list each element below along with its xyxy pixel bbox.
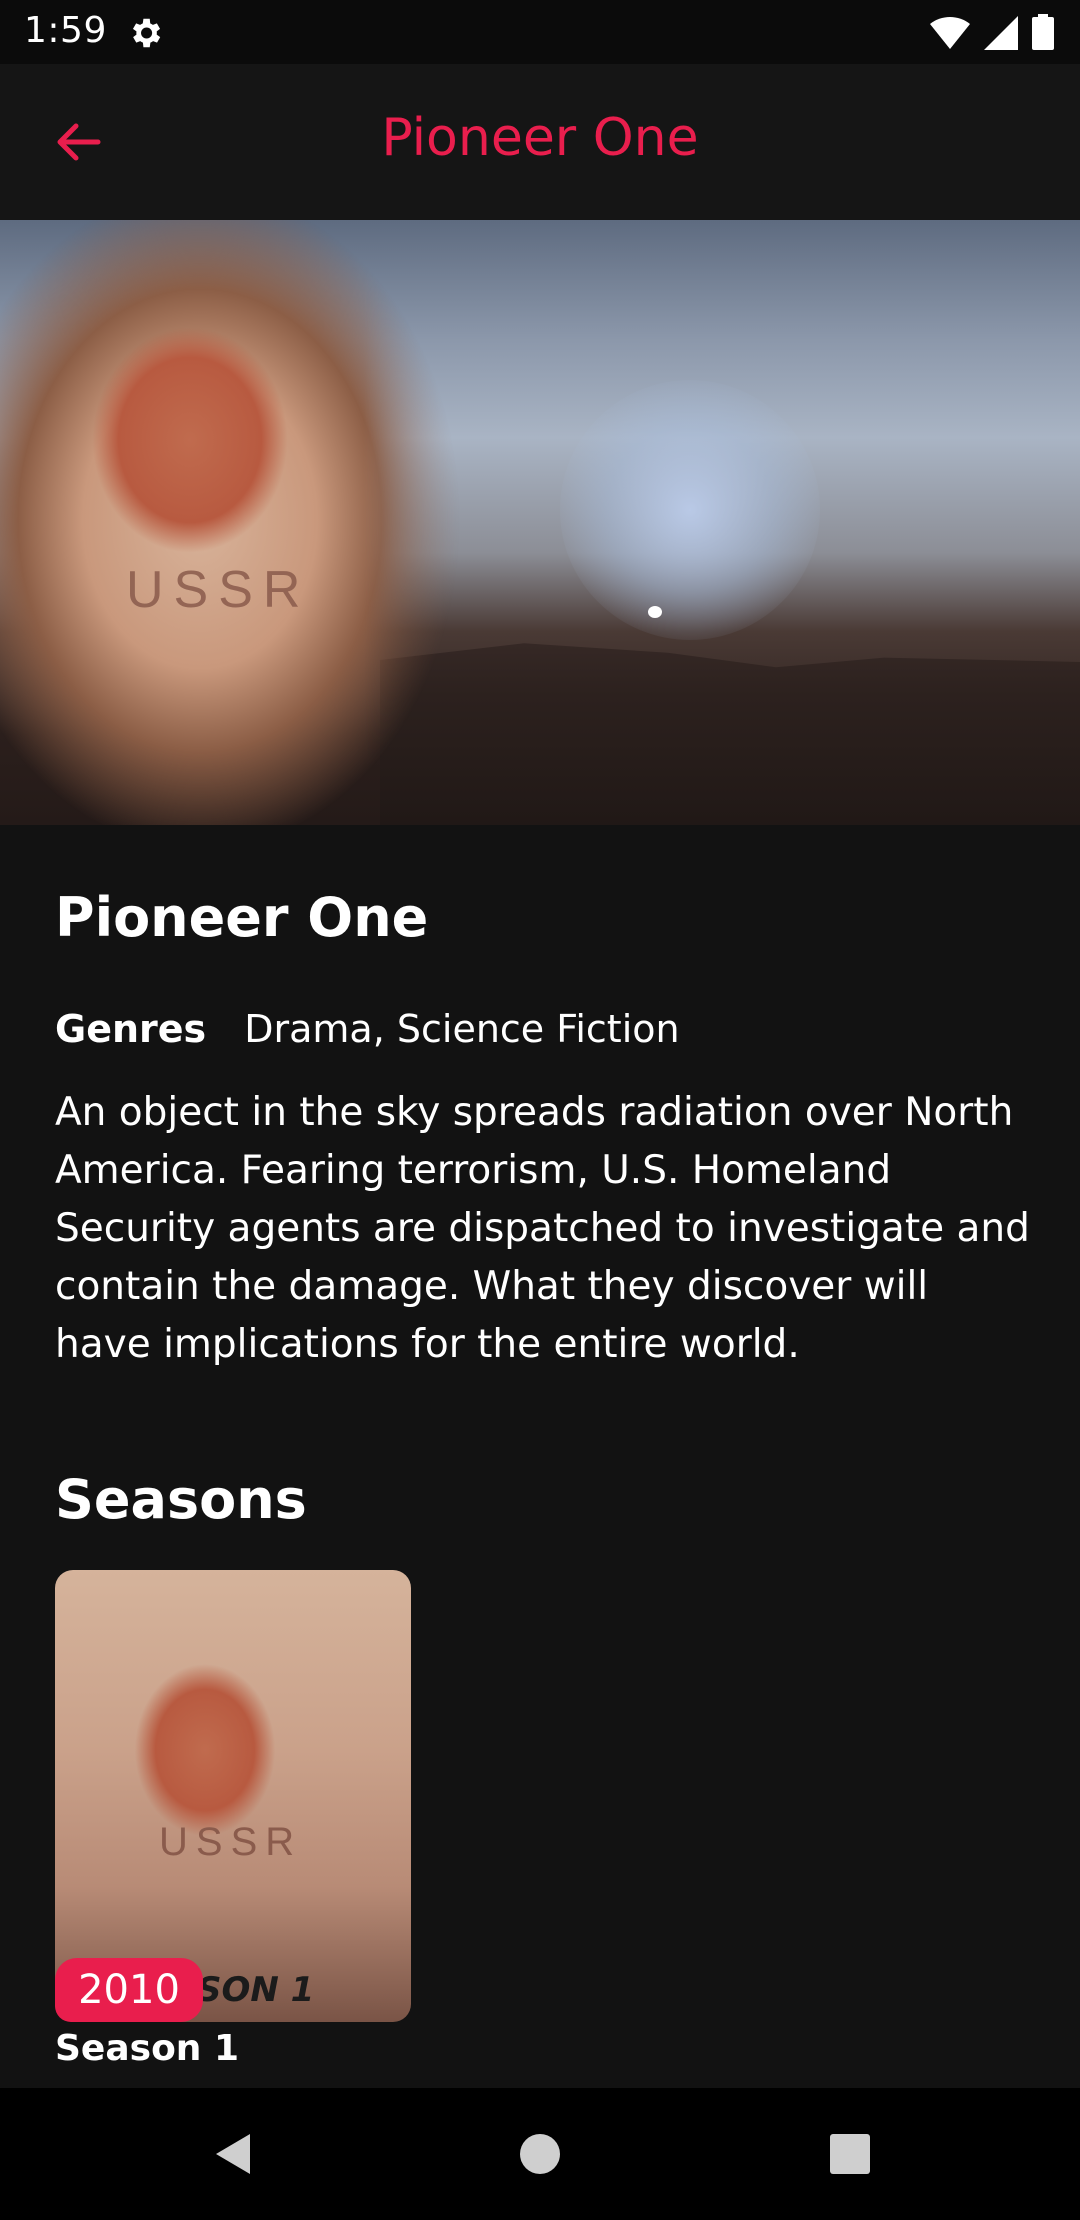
season-name: Season 1 — [55, 2028, 240, 2069]
hero-backdrop-image: USSR — [0, 220, 1080, 825]
genres-label: Genres — [55, 1007, 207, 1051]
recents-square-icon — [830, 2134, 870, 2174]
status-icons — [930, 14, 1054, 50]
system-nav-bar — [0, 2088, 1080, 2220]
wifi-icon — [930, 16, 970, 49]
status-bar: 1:59 — [0, 0, 1080, 64]
nav-home-button[interactable] — [510, 2124, 570, 2184]
status-time: 1:59 — [24, 10, 107, 51]
genres-row: Genres Drama, Science Fiction — [55, 1007, 680, 1051]
season-poster-caption: SON 1 — [197, 1970, 315, 2010]
season-poster-text: USSR — [159, 1820, 303, 1864]
genres-value: Drama, Science Fiction — [244, 1007, 680, 1051]
home-circle-icon — [520, 2134, 560, 2174]
show-overview: An object in the sky spreads radiation o… — [55, 1090, 1030, 1367]
nav-recents-button[interactable] — [820, 2124, 880, 2184]
back-triangle-icon — [216, 2134, 250, 2174]
hero-astronaut-portrait — [0, 220, 520, 825]
gear-icon — [132, 18, 161, 48]
app-bar: Pioneer One — [0, 64, 1080, 220]
hero-sky-glow — [560, 380, 820, 640]
hero-sun-dot — [648, 606, 662, 618]
battery-icon — [1032, 14, 1054, 50]
cellular-icon — [984, 16, 1018, 50]
season-card[interactable]: USSR SON 1 2010 Season 1 — [55, 1570, 411, 2070]
season-poster-image: USSR SON 1 — [55, 1570, 411, 2022]
hero-poster-text: USSR — [126, 561, 311, 619]
show-title: Pioneer One — [55, 886, 429, 949]
seasons-heading: Seasons — [55, 1468, 307, 1531]
season-year-badge: 2010 — [55, 1958, 203, 2022]
app-bar-title: Pioneer One — [381, 108, 699, 168]
nav-back-button[interactable] — [204, 2124, 264, 2184]
